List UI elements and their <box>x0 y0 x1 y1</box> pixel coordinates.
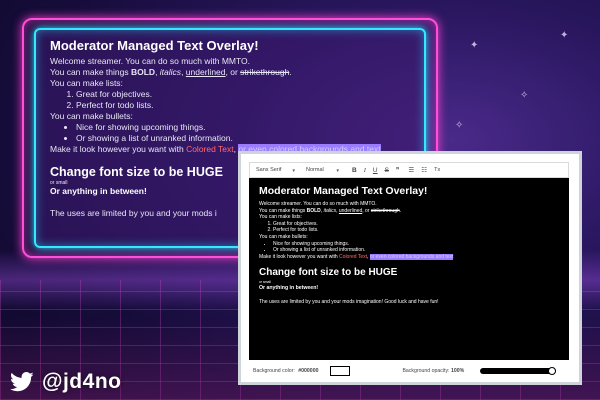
format-bold: BOLD <box>306 207 321 214</box>
sparkle-icon: ✧ <box>455 120 464 131</box>
list-item: Great for objectives. <box>273 221 559 228</box>
bullets-label: You can make bullets: <box>50 111 133 121</box>
twitter-icon <box>10 372 34 392</box>
ordered-list-button[interactable]: ☰ <box>408 166 414 174</box>
format-sep: , or <box>225 67 241 77</box>
text-editor-panel: Sans Serif ▼ Normal ▼ B I U S ❞ ☰ ☷ Tx Mod… <box>238 151 582 385</box>
sparkle-icon: ✧ <box>520 90 529 101</box>
list-item: Perfect for todo lists. <box>76 100 430 111</box>
editor-numbered-list: Great for objectives. Perfect for todo l… <box>259 221 559 234</box>
twitter-handle: @jd4no <box>42 370 122 393</box>
color-prefix: Make it look however you want with <box>259 253 340 260</box>
format-prefix: You can make things <box>50 67 131 77</box>
list-item: Perfect for todo lists. <box>273 227 559 234</box>
format-strike: strikethrough <box>370 207 400 214</box>
underline-button[interactable]: U <box>373 167 378 174</box>
list-item: Or showing a list of unranked informatio… <box>273 247 559 254</box>
slider-thumb[interactable] <box>548 367 557 375</box>
clear-format-button[interactable]: Tx <box>434 167 440 173</box>
editor-intro: Welcome streamer. You can do so much wit… <box>259 201 377 207</box>
format-italic: italics <box>159 67 182 77</box>
blockquote-button[interactable]: ❞ <box>396 166 400 174</box>
editor-content-area[interactable]: Moderator Managed Text Overlay! Welcome … <box>249 178 569 360</box>
bg-opacity-label: Background opacity: 100% <box>402 368 464 374</box>
editor-lists-label: You can make lists: <box>259 214 302 221</box>
editor-bullets-label: You can make bullets: <box>259 233 308 240</box>
highlighted-text: or even colored backgrounds and text <box>369 253 454 260</box>
editor-formats: You can make things BOLD, italics, under… <box>259 208 559 215</box>
font-family-select[interactable]: Sans Serif ▼ <box>256 167 296 173</box>
font-size-value: Normal <box>306 167 324 173</box>
numbered-list: Great for objectives. Perfect for todo l… <box>50 89 430 111</box>
bg-color-label-text: Background color: <box>253 368 295 374</box>
bullet-list: Nice for showing upcoming things. Or sho… <box>50 122 430 144</box>
format-prefix: You can make things <box>259 207 307 214</box>
bg-opacity-label-text: Background opacity: <box>402 368 450 374</box>
format-underline: underlined <box>338 207 363 214</box>
italic-button[interactable]: I <box>364 167 366 174</box>
format-suffix: . <box>289 67 292 77</box>
list-item: Great for objectives. <box>76 89 430 100</box>
bg-color-value: #000000 <box>298 368 319 374</box>
format-italic: italics <box>323 207 337 214</box>
chevron-down-icon: ▼ <box>291 167 296 173</box>
format-sep: , or <box>362 207 371 214</box>
bg-color-label: Background color: #000000 <box>253 368 318 374</box>
format-strike: strikethrough <box>240 67 290 77</box>
font-family-value: Sans Serif <box>256 167 282 173</box>
editor-footer: Background color: #000000 Background opa… <box>241 360 579 382</box>
format-suffix: . <box>399 207 402 214</box>
colored-text: Colored Text <box>186 144 234 154</box>
overlay-intro: Welcome streamer. You can do so much wit… <box>50 56 250 66</box>
format-bold: BOLD <box>130 67 156 77</box>
lists-label: You can make lists: <box>50 78 123 88</box>
chevron-down-icon: ▼ <box>335 167 340 173</box>
editor-toolbar: Sans Serif ▼ Normal ▼ B I U S ❞ ☰ ☷ Tx <box>249 162 569 178</box>
sparkle-icon: ✦ <box>560 30 569 41</box>
overlay-title: Moderator Managed Text Overlay! <box>50 38 259 53</box>
format-underline: underlined <box>185 67 226 77</box>
list-item: Nice for showing upcoming things. <box>273 241 559 248</box>
color-prefix: Make it look however you want with <box>50 144 187 154</box>
bg-opacity-slider[interactable] <box>480 367 557 375</box>
colored-text: Colored Text <box>339 253 368 260</box>
bg-opacity-value: 100% <box>450 368 465 374</box>
list-item: Nice for showing upcoming things. <box>76 122 430 133</box>
editor-between-text: Or anything in between! <box>259 284 319 291</box>
strikethrough-button[interactable]: S <box>385 167 389 174</box>
editor-huge-heading: Change font size to be HUGE <box>259 267 398 279</box>
editor-bullet-list: Nice for showing upcoming things. Or sho… <box>259 241 559 254</box>
sparkle-icon: ✦ <box>470 40 479 51</box>
font-size-select[interactable]: Normal ▼ <box>306 167 340 173</box>
editor-title: Moderator Managed Text Overlay! <box>259 185 428 197</box>
list-item: Or showing a list of unranked informatio… <box>76 133 430 144</box>
bold-button[interactable]: B <box>352 167 357 174</box>
bg-color-swatch[interactable] <box>330 366 351 376</box>
bullet-list-button[interactable]: ☷ <box>421 166 427 174</box>
overlay-formats: You can make things BOLD, italics, under… <box>50 67 430 78</box>
editor-closing-text: The uses are limited by you and your mod… <box>259 299 439 306</box>
editor-color-line: Make it look however you want with Color… <box>259 253 559 261</box>
twitter-handle-badge: @jd4no <box>10 370 121 394</box>
